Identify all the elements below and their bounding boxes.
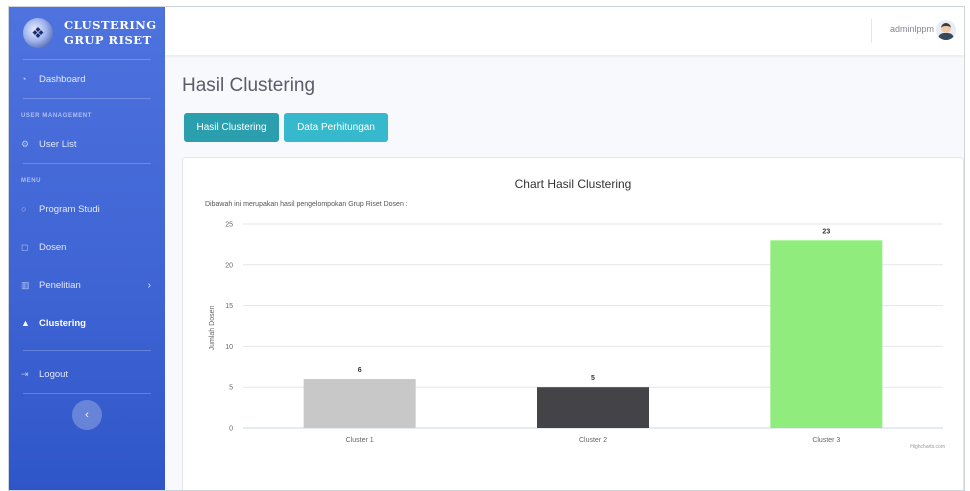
topbar: adminlppm <box>165 7 964 55</box>
brand-name: CLUSTERING GRUP RISET <box>64 18 157 48</box>
area-chart-icon: ▲ <box>21 318 30 328</box>
sidebar-item-dosen[interactable]: ◻ Dosen <box>9 228 165 266</box>
sidebar-heading-user-management: USER MANAGEMENT <box>21 113 93 119</box>
y-tick-label: 5 <box>229 385 233 392</box>
dashboard-icon: ◔ <box>21 74 27 84</box>
sidebar-heading-menu: MENU <box>21 178 42 184</box>
topbar-divider <box>871 19 872 43</box>
brand-line-1: CLUSTERING <box>64 18 157 32</box>
comment-icon: ◻ <box>21 241 29 252</box>
logout-icon: ⇥ <box>21 368 29 379</box>
brand-logo-icon: ❖ <box>23 18 53 48</box>
x-tick-label: Cluster 3 <box>812 437 840 444</box>
sidebar-brand[interactable]: ❖ CLUSTERING GRUP RISET <box>9 7 165 59</box>
chart-title: Chart Hasil Clustering <box>515 177 632 191</box>
sidebar: ❖ CLUSTERING GRUP RISET ◔ Dashboard USER… <box>9 7 165 490</box>
chevron-left-icon: ‹ <box>85 409 89 421</box>
bar <box>303 379 416 428</box>
sidebar-item-label: Program Studi <box>39 203 100 215</box>
sidebar-item-label: Penelitian <box>39 279 81 291</box>
chart-subtitle: Dibawah ini merupakan hasil pengelompoka… <box>205 201 408 208</box>
y-tick-label: 0 <box>229 426 233 433</box>
data-label: 6 <box>358 367 362 374</box>
bar-chart-icon: ▥ <box>21 279 30 290</box>
data-perhitungan-button[interactable]: Data Perhitungan <box>284 113 388 142</box>
y-tick-label: 20 <box>225 262 233 269</box>
avatar-head <box>941 23 951 33</box>
chevron-right-icon: › <box>147 279 151 291</box>
circle-icon: ○ <box>21 204 27 214</box>
y-tick-label: 15 <box>225 303 233 310</box>
avatar[interactable] <box>936 20 956 40</box>
sidebar-item-label: Logout <box>39 368 69 380</box>
sidebar-item-clustering[interactable]: ▲ Clustering <box>9 304 165 342</box>
sidebar-item-program-studi[interactable]: ○ Program Studi <box>9 190 165 228</box>
sidebar-item-dashboard[interactable]: ◔ Dashboard <box>9 60 165 98</box>
sidebar-divider <box>23 350 151 351</box>
hasil-clustering-button[interactable]: Hasil Clustering <box>184 113 279 142</box>
sidebar-item-penelitian[interactable]: ▥ Penelitian › <box>9 266 165 304</box>
avatar-body <box>938 33 954 40</box>
chart-card: Chart Hasil Clustering Dibawah ini merup… <box>182 157 964 490</box>
app-window: ❖ CLUSTERING GRUP RISET ◔ Dashboard USER… <box>8 6 965 491</box>
y-axis-label: Jumlah Dosen <box>209 306 216 351</box>
y-tick-label: 10 <box>225 344 233 351</box>
chart-credits[interactable]: Highcharts.com <box>910 444 945 450</box>
gear-icon: ⚙ <box>21 138 30 149</box>
sidebar-divider <box>23 393 151 394</box>
bar-chart: Chart Hasil Clustering Dibawah ini merup… <box>205 177 945 450</box>
page-title: Hasil Clustering <box>182 75 316 96</box>
x-tick-label: Cluster 1 <box>346 437 374 444</box>
sidebar-item-label: Clustering <box>39 317 86 329</box>
sidebar-item-label: Dashboard <box>39 73 86 85</box>
bar <box>537 387 649 428</box>
sidebar-item-user-list[interactable]: ⚙ User List <box>9 125 165 163</box>
x-tick-label: Cluster 2 <box>579 437 607 444</box>
sidebar-item-logout[interactable]: ⇥ Logout <box>9 355 165 393</box>
data-label: 23 <box>822 228 830 235</box>
user-name[interactable]: adminlppm <box>890 24 934 34</box>
y-tick-label: 25 <box>225 222 233 229</box>
bar <box>770 240 883 428</box>
sidebar-item-label: Dosen <box>39 241 67 253</box>
data-label: 5 <box>591 375 595 382</box>
brand-line-2: GRUP RISET <box>64 33 152 47</box>
sidebar-toggle-button[interactable]: ‹ <box>72 400 102 430</box>
sidebar-item-label: User List <box>39 138 77 150</box>
